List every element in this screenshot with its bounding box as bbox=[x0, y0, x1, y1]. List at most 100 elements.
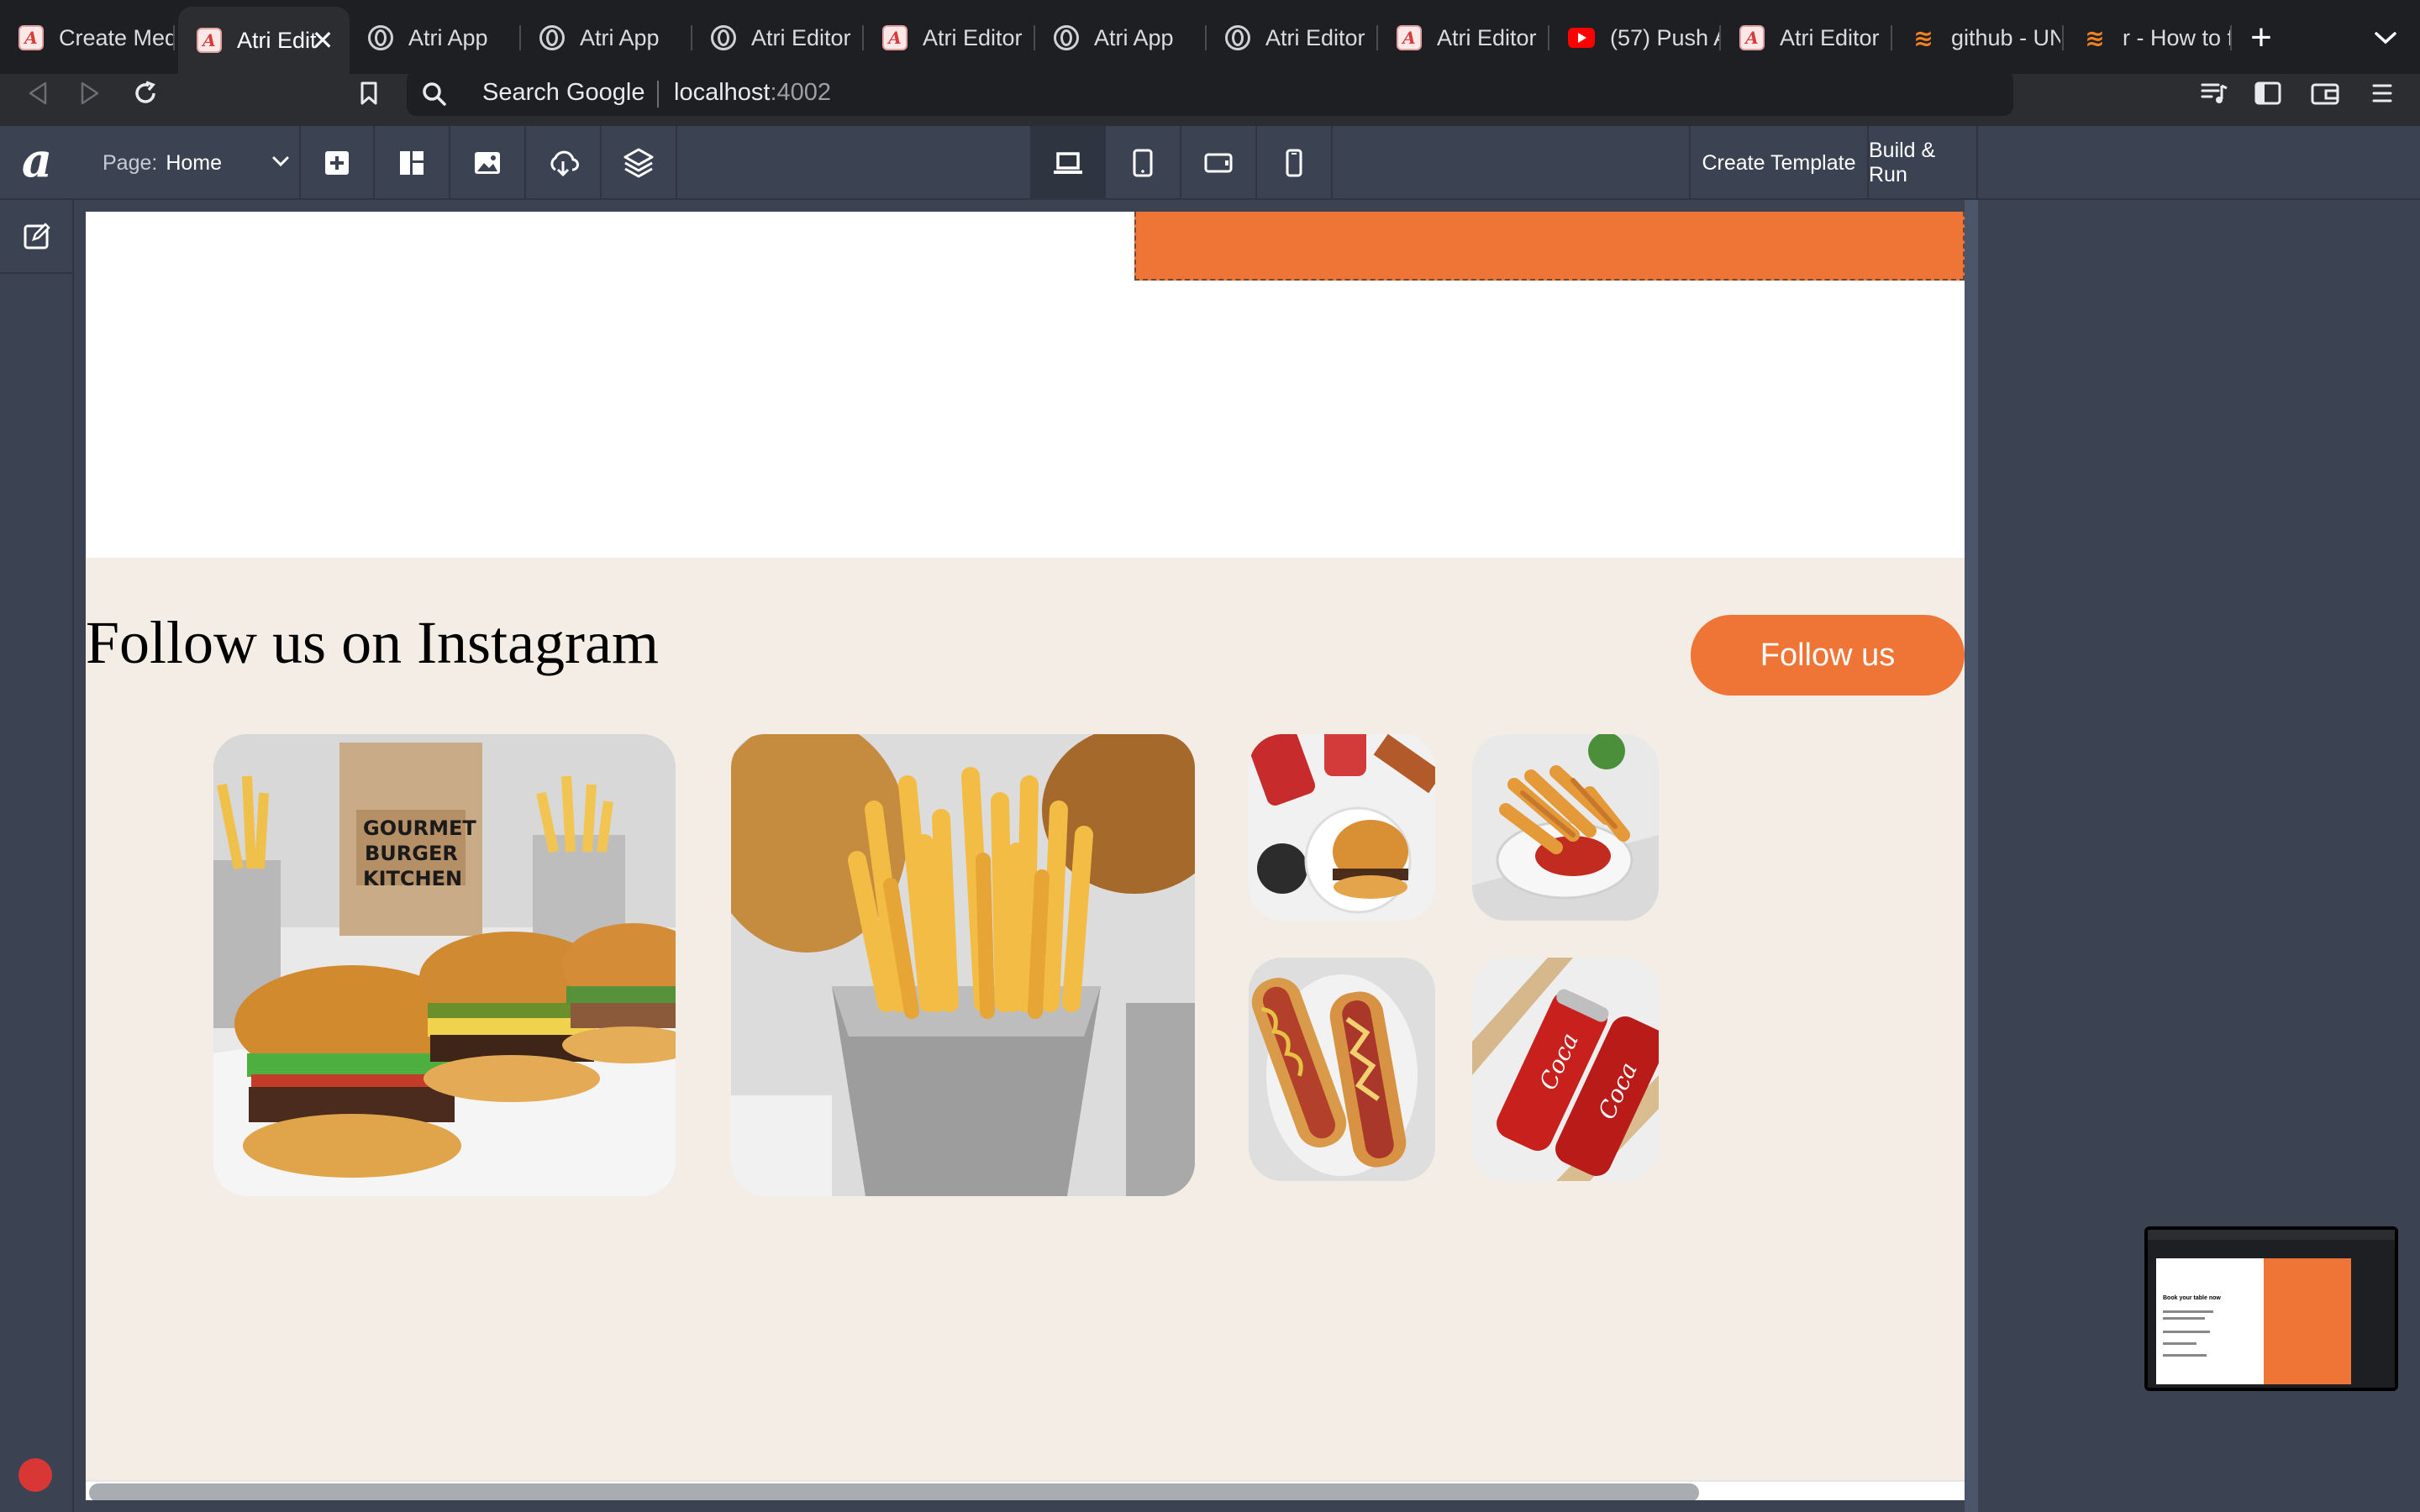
tab-title: Atri Editor bbox=[923, 24, 1023, 50]
address-bar-divider bbox=[657, 81, 659, 108]
status-indicator[interactable] bbox=[18, 1458, 52, 1492]
address-bar-search-label: Search Google bbox=[482, 79, 645, 106]
canvas-border bbox=[1965, 200, 1978, 1512]
minimap-page bbox=[2156, 1258, 2264, 1384]
device-desktop-button[interactable] bbox=[1030, 126, 1106, 200]
browser-tab[interactable]: A Create Med bbox=[0, 5, 175, 71]
menu-icon[interactable] bbox=[2360, 71, 2405, 116]
wedges-ketchup-photo[interactable] bbox=[1472, 734, 1659, 921]
edit-props-button[interactable] bbox=[0, 200, 74, 274]
tab-title: Atri Editor bbox=[1437, 24, 1537, 50]
layers-button[interactable] bbox=[602, 126, 677, 200]
device-mobile-button[interactable] bbox=[1257, 126, 1333, 200]
wallet-icon[interactable] bbox=[2302, 71, 2348, 116]
minimap-browser-bar bbox=[2148, 1230, 2395, 1240]
globe-icon bbox=[368, 25, 393, 50]
address-bar[interactable] bbox=[407, 71, 2013, 116]
new-tab-icon[interactable]: + bbox=[2235, 12, 2287, 64]
close-tab-icon[interactable]: ✕ bbox=[306, 24, 339, 57]
browser-tab[interactable]: A Atri Editor bbox=[1721, 5, 1892, 71]
media-controls-icon[interactable] bbox=[2191, 71, 2237, 116]
layout-button[interactable] bbox=[375, 126, 450, 200]
instagram-title[interactable]: Follow us on Instagram bbox=[86, 608, 659, 678]
youtube-icon bbox=[1568, 28, 1595, 48]
page-canvas[interactable]: Follow us on Instagram Follow us GOURMET… bbox=[86, 212, 1965, 1500]
back-icon[interactable] bbox=[15, 71, 60, 116]
atri-icon: A bbox=[882, 25, 908, 50]
browser-tab[interactable]: Atri App bbox=[521, 5, 692, 71]
svg-text:GOURMET: GOURMET bbox=[363, 816, 476, 840]
url-port: :4002 bbox=[770, 79, 832, 106]
browser-tab[interactable]: Atri Editor bbox=[692, 5, 864, 71]
left-rail bbox=[0, 200, 74, 1512]
forward-icon[interactable] bbox=[67, 71, 113, 116]
build-run-button[interactable]: Build & Run bbox=[1867, 126, 1978, 200]
layers-icon bbox=[623, 148, 654, 178]
edit-square-icon bbox=[24, 223, 50, 249]
hotdogs-photo[interactable] bbox=[1249, 958, 1435, 1181]
cloud-download-icon bbox=[550, 150, 579, 177]
tab-title: Atri App bbox=[1094, 24, 1174, 50]
burgers-photo[interactable]: GOURMET BURGER KITCHEN bbox=[213, 734, 676, 1196]
globe-icon bbox=[1054, 25, 1079, 50]
browser-tab[interactable]: A Atri Editor bbox=[864, 5, 1035, 71]
add-component-button[interactable] bbox=[299, 126, 375, 200]
search-icon bbox=[420, 80, 449, 108]
bookmark-icon[interactable] bbox=[346, 71, 392, 116]
browser-tab[interactable]: Atri Editor bbox=[1207, 5, 1378, 71]
address-bar-url[interactable]: localhost:4002 bbox=[674, 79, 831, 107]
page-select[interactable]: Page: Home bbox=[87, 133, 299, 193]
tab-title: Atri Editor bbox=[1780, 24, 1880, 50]
tablet-icon bbox=[1133, 149, 1153, 177]
svg-text:KITCHEN: KITCHEN bbox=[363, 867, 462, 890]
sidebar-toggle-icon[interactable] bbox=[2245, 71, 2291, 116]
horizontal-scrollbar-thumb[interactable] bbox=[89, 1483, 1699, 1500]
minimap-preview[interactable]: Book your table now bbox=[2144, 1226, 2398, 1391]
svg-text:BURGER: BURGER bbox=[365, 842, 458, 865]
image-icon bbox=[475, 152, 500, 174]
assets-button[interactable] bbox=[450, 126, 526, 200]
browser-tab[interactable]: A Atri Editor bbox=[1378, 5, 1549, 71]
burger-drinks-photo[interactable] bbox=[1249, 734, 1435, 921]
create-template-button[interactable]: Create Template bbox=[1689, 126, 1867, 200]
atri-logo[interactable]: a bbox=[12, 129, 62, 192]
globe-icon bbox=[1225, 25, 1250, 50]
minimap-text-line bbox=[2163, 1331, 2210, 1333]
reload-icon[interactable] bbox=[123, 71, 168, 116]
tab-title: Atri Editor bbox=[1265, 24, 1365, 50]
browser-tab-active[interactable]: A Atri Edit ✕ bbox=[178, 7, 350, 74]
tab-title: github - UN bbox=[1951, 24, 2060, 50]
stackoverflow-icon: ≋ bbox=[1913, 24, 1933, 51]
globe-icon bbox=[539, 25, 565, 50]
globe-icon bbox=[711, 25, 736, 50]
tab-search-chevron-icon[interactable] bbox=[2360, 12, 2412, 64]
orange-block-selected[interactable] bbox=[1134, 212, 1965, 281]
tab-title: r - How to f bbox=[2123, 24, 2232, 50]
follow-us-button[interactable]: Follow us bbox=[1691, 615, 1965, 696]
browser-tab[interactable]: Atri App bbox=[1035, 5, 1207, 71]
browser-tab[interactable]: Atri App bbox=[350, 5, 521, 71]
tab-title: (57) Push A bbox=[1610, 24, 1719, 50]
url-host: localhost bbox=[674, 79, 771, 106]
publish-button[interactable] bbox=[526, 126, 602, 200]
page-select-label: Page: bbox=[103, 150, 158, 175]
browser-tab[interactable]: ≋ r - How to f bbox=[2064, 5, 2232, 71]
browser-tab[interactable]: ≋ github - UN bbox=[1892, 5, 2064, 71]
instagram-section[interactable]: Follow us on Instagram Follow us GOURMET… bbox=[86, 558, 1965, 1480]
minimap-orange-panel bbox=[2264, 1258, 2351, 1384]
fries-photo[interactable] bbox=[731, 734, 1195, 1196]
tab-title: Atri App bbox=[408, 24, 488, 50]
device-tablet-button[interactable] bbox=[1106, 126, 1181, 200]
tab-title: Atri App bbox=[580, 24, 660, 50]
minimap-text-line bbox=[2163, 1342, 2196, 1345]
browser-tab[interactable]: (57) Push A bbox=[1549, 5, 1721, 71]
plus-square-icon bbox=[325, 151, 349, 175]
minimap-text-line bbox=[2163, 1317, 2205, 1320]
atri-icon: A bbox=[197, 28, 222, 53]
atri-icon: A bbox=[1739, 25, 1765, 50]
atri-icon: A bbox=[18, 25, 44, 50]
tablet-landscape-icon bbox=[1204, 153, 1233, 173]
cola-cans-photo[interactable]: Coca Coca bbox=[1472, 958, 1659, 1181]
device-tablet-landscape-button[interactable] bbox=[1181, 126, 1257, 200]
chevron-down-icon bbox=[271, 151, 291, 177]
